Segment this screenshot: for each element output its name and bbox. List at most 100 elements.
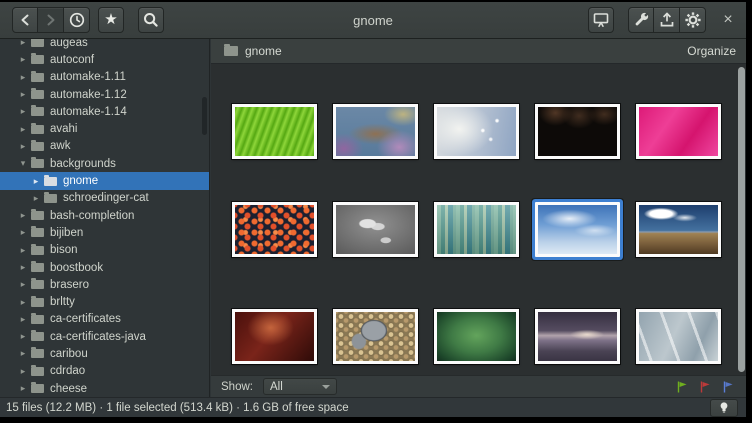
folder-label: bash-completion: [50, 210, 134, 222]
sidebar-item-boostbook[interactable]: ▸ boostbook: [0, 259, 209, 276]
disclosure-triangle-icon[interactable]: ▸: [31, 176, 41, 187]
wrench-icon: [630, 9, 652, 31]
folder-label: brltty: [50, 296, 75, 308]
sidebar-item-brasero[interactable]: ▸ brasero: [0, 276, 209, 293]
disclosure-triangle-icon[interactable]: ▸: [18, 54, 28, 65]
disclosure-triangle-icon[interactable]: ▸: [18, 262, 28, 273]
thumbnail-dandelion[interactable]: [434, 104, 519, 159]
disclosure-triangle-icon[interactable]: ▸: [18, 297, 28, 308]
thumbnail-green-leaf[interactable]: [232, 104, 317, 159]
thumbnail-image: [538, 312, 617, 361]
tools-button[interactable]: [628, 7, 654, 33]
thumbnail-blue-sky[interactable]: [535, 202, 620, 257]
sidebar-item-bash-completion[interactable]: ▸ bash-completion: [0, 207, 209, 224]
disclosure-triangle-icon[interactable]: ▸: [18, 89, 28, 100]
thumbnail-pebbles[interactable]: [333, 309, 418, 364]
disclosure-triangle-icon[interactable]: ▸: [18, 141, 28, 152]
folder-icon: [31, 367, 44, 376]
thumbnail-prairie-clouds[interactable]: [636, 202, 721, 257]
thumbnail-teal-stripes[interactable]: [434, 202, 519, 257]
thumbnail-orange-flowers[interactable]: [232, 202, 317, 257]
sidebar-item-automake-1.14[interactable]: ▸ automake-1.14: [0, 103, 209, 120]
current-folder-label: gnome: [245, 44, 282, 58]
sidebar-item-bison[interactable]: ▸ bison: [0, 242, 209, 259]
back-button[interactable]: [12, 7, 38, 33]
disclosure-triangle-icon[interactable]: ▸: [18, 366, 28, 377]
favorites-button[interactable]: ★: [98, 7, 124, 33]
folder-icon: [31, 280, 44, 289]
disclosure-triangle-icon[interactable]: ▸: [18, 39, 28, 48]
disclosure-triangle-icon[interactable]: ▸: [31, 193, 41, 204]
disclosure-triangle-icon[interactable]: ▸: [18, 210, 28, 221]
sidebar-item-ca-certificates-java[interactable]: ▸ ca-certificates-java: [0, 328, 209, 345]
folder-label: avahi: [50, 123, 78, 135]
disclosure-triangle-icon[interactable]: ▸: [18, 72, 28, 83]
disclosure-triangle-icon[interactable]: ▸: [18, 331, 28, 342]
folder-label: ca-certificates: [50, 313, 121, 325]
folder-icon: [31, 298, 44, 307]
presentation-button[interactable]: [588, 7, 614, 33]
folder-label: backgrounds: [50, 158, 116, 170]
thumbnail-grid: [211, 64, 746, 375]
disclosure-triangle-icon[interactable]: ▸: [18, 227, 28, 238]
forward-button[interactable]: [38, 7, 64, 33]
disclosure-triangle-icon[interactable]: ▸: [18, 279, 28, 290]
thumbnail-red-canyon[interactable]: [232, 309, 317, 364]
thumbnail-water-drops[interactable]: [333, 202, 418, 257]
folder-icon: [44, 194, 57, 203]
thumbnail-image: [235, 107, 314, 156]
thumbnail-image: [437, 312, 516, 361]
thumbnail-row-2: [211, 202, 746, 257]
thumbnail-meadow-grass[interactable]: [333, 104, 418, 159]
sidebar-item-awk[interactable]: ▸ awk: [0, 138, 209, 155]
disclosure-triangle-icon[interactable]: ▸: [18, 124, 28, 135]
disclosure-triangle-icon[interactable]: ▸: [18, 106, 28, 117]
folder-icon: [31, 384, 44, 393]
thumbnail-image: [235, 312, 314, 361]
sidebar-item-ca-certificates[interactable]: ▸ ca-certificates: [0, 311, 209, 328]
green-flag-icon[interactable]: [676, 380, 688, 394]
disclosure-triangle-icon[interactable]: ▸: [18, 348, 28, 359]
titlebar-left-buttons: ★: [12, 7, 164, 33]
folder-label: boostbook: [50, 262, 103, 274]
search-icon: [140, 9, 162, 31]
sidebar-item-backgrounds[interactable]: ▾ backgrounds: [0, 155, 209, 172]
sidebar-scrollbar[interactable]: [202, 97, 207, 135]
folder-icon: [31, 211, 44, 220]
grid-scrollbar[interactable]: [738, 67, 745, 372]
sidebar-item-avahi[interactable]: ▸ avahi: [0, 120, 209, 137]
sidebar-item-schroedinger-cat[interactable]: ▸ schroedinger-cat: [0, 190, 209, 207]
thumbnail-stormy-beach[interactable]: [535, 309, 620, 364]
sidebar-item-augeas[interactable]: ▸ augeas: [0, 39, 209, 51]
disclosure-triangle-icon[interactable]: ▸: [18, 245, 28, 256]
folder-icon: [31, 142, 44, 151]
thumbnail-dark-leaves[interactable]: [535, 104, 620, 159]
close-window-button[interactable]: ×: [716, 7, 740, 33]
show-filter-dropdown[interactable]: All: [263, 378, 337, 395]
thumbnail-frosty-grass[interactable]: [636, 309, 721, 364]
sidebar-item-brltty[interactable]: ▸ brltty: [0, 293, 209, 310]
sidebar-item-gnome[interactable]: ▸ gnome: [0, 172, 209, 189]
search-button[interactable]: [138, 7, 164, 33]
blue-flag-icon[interactable]: [722, 380, 734, 394]
flag-filter-buttons: [676, 380, 734, 394]
export-button[interactable]: [654, 7, 680, 33]
red-flag-icon[interactable]: [699, 380, 711, 394]
sidebar-item-automake-1.12[interactable]: ▸ automake-1.12: [0, 86, 209, 103]
disclosure-triangle-icon[interactable]: ▸: [18, 314, 28, 325]
sidebar-item-automake-1.11[interactable]: ▸ automake-1.11: [0, 69, 209, 86]
history-button[interactable]: [64, 7, 90, 33]
thumbnail-pink-fabric[interactable]: [636, 104, 721, 159]
tip-button[interactable]: [710, 399, 738, 417]
sidebar-item-bijiben[interactable]: ▸ bijiben: [0, 224, 209, 241]
folder-label: cheese: [50, 383, 87, 395]
sidebar-item-cheese[interactable]: ▸ cheese: [0, 380, 209, 397]
sidebar-item-cdrdao[interactable]: ▸ cdrdao: [0, 363, 209, 380]
settings-button[interactable]: [680, 7, 706, 33]
sidebar-item-caribou[interactable]: ▸ caribou: [0, 345, 209, 362]
thumbnail-green-vignette[interactable]: [434, 309, 519, 364]
disclosure-triangle-icon[interactable]: ▾: [18, 158, 28, 169]
disclosure-triangle-icon[interactable]: ▸: [18, 383, 28, 394]
organize-button[interactable]: Organize: [687, 44, 736, 58]
sidebar-item-autoconf[interactable]: ▸ autoconf: [0, 51, 209, 68]
